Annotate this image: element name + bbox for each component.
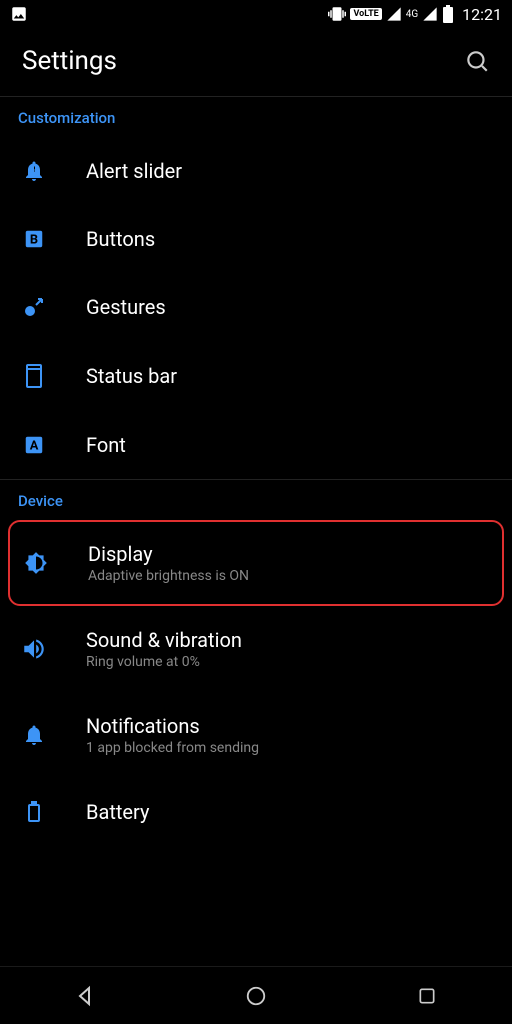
item-title: Notifications	[86, 714, 494, 738]
item-subtitle: Ring volume at 0%	[86, 654, 494, 670]
home-button[interactable]	[226, 985, 286, 1007]
item-title: Buttons	[86, 227, 494, 251]
item-alert-slider[interactable]: Alert slider	[0, 137, 512, 205]
navigation-bar	[0, 966, 512, 1024]
back-button[interactable]	[55, 984, 115, 1008]
item-font[interactable]: A Font	[0, 411, 512, 479]
item-title: Alert slider	[86, 159, 494, 183]
item-title: Battery	[86, 800, 494, 824]
item-title: Sound & vibration	[86, 628, 494, 652]
highlight-display: Display Adaptive brightness is ON	[8, 520, 504, 606]
gestures-icon	[22, 295, 46, 319]
bell-icon	[22, 723, 46, 747]
battery-icon	[22, 800, 46, 824]
item-status-bar[interactable]: Status bar	[0, 341, 512, 411]
settings-header: Settings	[0, 28, 512, 96]
signal-label: 4G	[406, 9, 418, 20]
item-gestures[interactable]: Gestures	[0, 273, 512, 341]
item-buttons[interactable]: B Buttons	[0, 205, 512, 273]
item-title: Gestures	[86, 295, 494, 319]
signal-icon-2	[422, 6, 438, 22]
status-bar: VoLTE 4G 12:21	[0, 0, 512, 28]
item-notifications[interactable]: Notifications 1 app blocked from sending	[0, 692, 512, 778]
sound-icon	[21, 636, 47, 662]
item-title: Font	[86, 433, 494, 457]
item-title: Display	[88, 542, 492, 566]
volte-badge: VoLTE	[350, 8, 381, 20]
section-device-label: Device	[0, 480, 512, 520]
font-icon: A	[23, 434, 45, 456]
recents-button[interactable]	[397, 986, 457, 1006]
item-display[interactable]: Display Adaptive brightness is ON	[10, 522, 502, 604]
item-battery[interactable]: Battery	[0, 778, 512, 828]
page-title: Settings	[22, 46, 117, 76]
picture-icon	[10, 5, 28, 23]
brightness-icon	[23, 550, 49, 576]
statusbar-icon	[25, 363, 43, 389]
item-title: Status bar	[86, 364, 494, 388]
item-sound[interactable]: Sound & vibration Ring volume at 0%	[0, 606, 512, 692]
bell-alert-icon	[22, 159, 46, 183]
search-icon[interactable]	[464, 48, 490, 74]
buttons-icon: B	[23, 228, 45, 250]
vibrate-icon	[328, 5, 346, 23]
item-subtitle: Adaptive brightness is ON	[88, 568, 492, 584]
clock: 12:21	[462, 5, 502, 24]
battery-icon	[442, 5, 454, 23]
item-subtitle: 1 app blocked from sending	[86, 740, 494, 756]
signal-icon	[386, 6, 402, 22]
svg-text:B: B	[30, 233, 38, 248]
svg-text:A: A	[30, 439, 39, 454]
section-customization-label: Customization	[0, 97, 512, 137]
